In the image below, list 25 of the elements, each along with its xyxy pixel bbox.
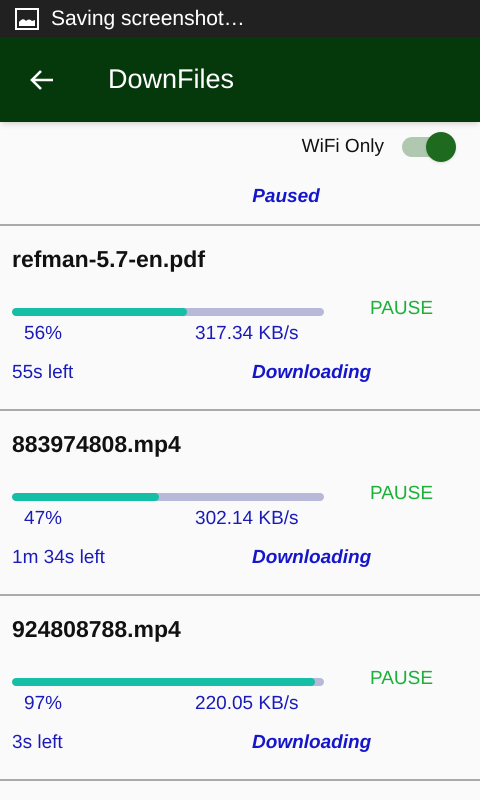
- percent-text: 47%: [24, 507, 64, 529]
- time-left-text: 1m 34s left: [12, 546, 106, 570]
- notification-text: Saving screenshot…: [51, 6, 245, 32]
- wifi-only-label: WiFi Only: [302, 134, 384, 159]
- download-state: Downloading: [252, 730, 372, 755]
- download-state: Downloading: [252, 360, 372, 385]
- time-left-text: 3s left: [12, 730, 64, 755]
- pause-button[interactable]: PAUSE: [370, 295, 434, 324]
- percent-text: 56%: [24, 322, 64, 344]
- file-name: refman-5.7-en.pdf: [12, 245, 206, 274]
- pause-button[interactable]: PAUSE: [370, 480, 434, 508]
- download-state: Downloading: [252, 546, 372, 570]
- image-icon: [15, 8, 39, 30]
- speed-text: 220.05 KB/s: [195, 692, 299, 714]
- percent-text: 97%: [24, 692, 64, 714]
- back-arrow-icon: [29, 68, 55, 92]
- speed-text: 317.34 KB/s: [195, 322, 299, 344]
- wifi-only-switch[interactable]: [400, 131, 456, 163]
- speed-text: 302.14 KB/s: [195, 507, 299, 529]
- queue-status: Paused: [252, 184, 320, 209]
- time-left-text: 55s left: [12, 360, 74, 385]
- pause-button[interactable]: PAUSE: [370, 665, 434, 694]
- file-name: 883974808.mp4: [12, 430, 182, 459]
- app-title: DownFiles: [108, 63, 234, 96]
- file-name: 924808788.mp4: [12, 615, 182, 644]
